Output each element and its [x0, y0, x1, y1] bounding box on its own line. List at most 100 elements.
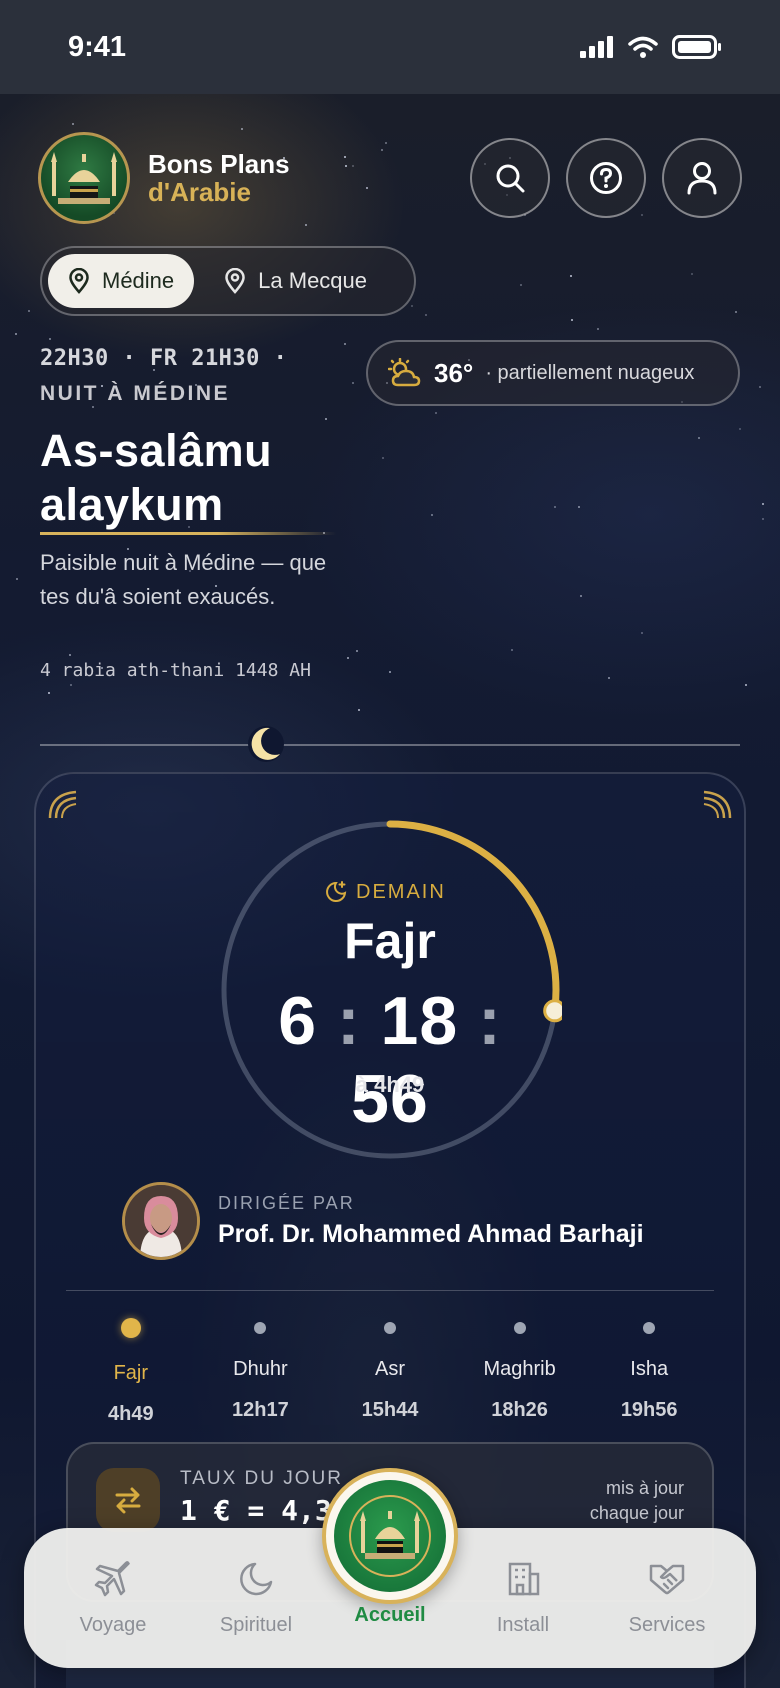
avatar: [122, 1182, 200, 1260]
star: [425, 314, 427, 316]
countdown-separator: :: [458, 983, 502, 1059]
exchange-rate-note: mis à jour chaque jour: [590, 1476, 684, 1526]
corner-ornament-icon: [48, 790, 77, 819]
star: [641, 632, 643, 634]
imam-text: DIRIGÉE PAR Prof. Dr. Mohammed Ahmad Bar…: [218, 1193, 644, 1249]
location-pin-icon: [69, 268, 89, 294]
search-button[interactable]: [470, 138, 550, 218]
star: [520, 284, 522, 286]
star: [578, 506, 580, 508]
exchange-rate-note-line-1: mis à jour: [605, 1478, 684, 1498]
prayer-item-dhuhr[interactable]: Dhuhr 12h17: [196, 1316, 326, 1426]
profile-button[interactable]: [662, 138, 742, 218]
star: [28, 310, 30, 312]
star: [570, 275, 572, 277]
star: [49, 338, 51, 340]
prayer-time: 12h17: [232, 1399, 289, 1421]
star: [16, 578, 18, 580]
prayer-name: Maghrib: [483, 1358, 556, 1380]
city-switcher: Médine La Mecque: [40, 246, 416, 316]
local-time: 22H30 · FR 21H30 ·: [40, 346, 288, 371]
brand-line-2: d'Arabie: [148, 177, 251, 207]
home-logo: [334, 1480, 446, 1592]
star: [431, 514, 433, 516]
star: [411, 305, 413, 307]
imam-label: DIRIGÉE PAR: [218, 1193, 355, 1213]
tab-install[interactable]: Install: [458, 1560, 588, 1637]
prayer-time: 19h56: [620, 1399, 678, 1421]
star: [305, 224, 307, 226]
star: [571, 319, 573, 321]
star: [69, 654, 71, 656]
star: [435, 412, 437, 414]
next-prayer-time: à 4h49: [355, 1072, 425, 1097]
signal-icon: [580, 36, 613, 58]
city-la-mecque-button[interactable]: La Mecque: [204, 254, 387, 308]
brand-line-1: Bons Plans: [148, 149, 290, 179]
tab-spirituel-label: Spirituel: [219, 1614, 293, 1636]
moon-star-icon: [326, 881, 347, 902]
location-pin-icon: [225, 268, 245, 294]
prayer-item-isha[interactable]: Isha 19h56: [584, 1316, 714, 1426]
imam-info[interactable]: DIRIGÉE PAR Prof. Dr. Mohammed Ahmad Bar…: [122, 1182, 644, 1260]
header: Bons Plans d'Arabie: [38, 132, 742, 224]
card-divider: [66, 1290, 714, 1291]
star: [762, 518, 764, 520]
mosque-logo-icon: [349, 1495, 431, 1577]
tab-spirituel[interactable]: Spirituel: [191, 1560, 321, 1637]
tab-services[interactable]: Services: [602, 1560, 732, 1637]
prayer-time: 4h49: [108, 1403, 154, 1425]
star: [608, 677, 610, 679]
star: [511, 649, 513, 651]
star: [759, 386, 761, 388]
prayer-indicator-dot: [513, 1322, 526, 1334]
star: [735, 311, 737, 313]
brand-logo[interactable]: [38, 132, 130, 224]
prayer-indicator-dot: [254, 1322, 267, 1334]
exchange-arrows-icon: [115, 1487, 141, 1514]
prayer-item-asr[interactable]: Asr 15h44: [325, 1316, 455, 1426]
star: [382, 457, 384, 459]
header-actions: [470, 138, 742, 218]
prayer-item-maghrib[interactable]: Maghrib 18h26: [455, 1316, 585, 1426]
countdown-progress-dot: [543, 999, 562, 1023]
weather-pill[interactable]: 36° · partiellement nuageux: [366, 340, 740, 406]
hijri-date: 4 rabia ath-thani 1448 AH: [40, 660, 311, 681]
tab-accueil[interactable]: [322, 1468, 458, 1604]
countdown-timer: 6 : 18 : 56: [240, 982, 540, 1138]
star: [745, 684, 747, 686]
star: [325, 418, 327, 420]
prayer-name: Dhuhr: [233, 1358, 288, 1380]
tab-services-label: Services: [628, 1614, 706, 1636]
exchange-rate-value: 1 € = 4,3: [180, 1494, 332, 1527]
prayer-time: 15h44: [361, 1399, 419, 1421]
user-icon: [687, 162, 717, 195]
prayer-name: Fajr: [113, 1362, 149, 1384]
prayer-indicator-dot: [383, 1322, 396, 1334]
brand-name: Bons Plans d'Arabie: [148, 150, 290, 206]
next-prayer-name: Fajr: [344, 913, 436, 969]
tab-voyage[interactable]: Voyage: [48, 1560, 178, 1637]
star: [70, 684, 72, 686]
prayer-item-fajr[interactable]: Fajr 4h49: [66, 1316, 196, 1426]
handshake-icon: [649, 1564, 685, 1595]
star: [344, 343, 346, 345]
wifi-icon: [628, 36, 658, 58]
battery-icon: [672, 35, 721, 59]
status-time: 9:41: [68, 30, 127, 63]
city-medine-button[interactable]: Médine: [48, 254, 195, 308]
exchange-rate-note-line-2: chaque jour: [589, 1503, 684, 1523]
star: [739, 428, 741, 430]
help-button[interactable]: [566, 138, 646, 218]
countdown-hours: 6: [278, 983, 318, 1059]
section-divider: [40, 744, 740, 746]
star: [48, 692, 50, 694]
star: [762, 503, 764, 505]
prayer-time: 18h26: [491, 1399, 548, 1421]
status-icons: [580, 35, 722, 59]
next-prayer-day: DEMAIN: [356, 880, 446, 903]
tab-accueil-label: Accueil: [354, 1604, 426, 1626]
prayer-name: Isha: [630, 1358, 669, 1380]
prayer-times-list: Fajr 4h49 Dhuhr 12h17 Asr 15h44 Maghrib …: [66, 1316, 714, 1426]
prayer-indicator-dot: [643, 1322, 656, 1334]
